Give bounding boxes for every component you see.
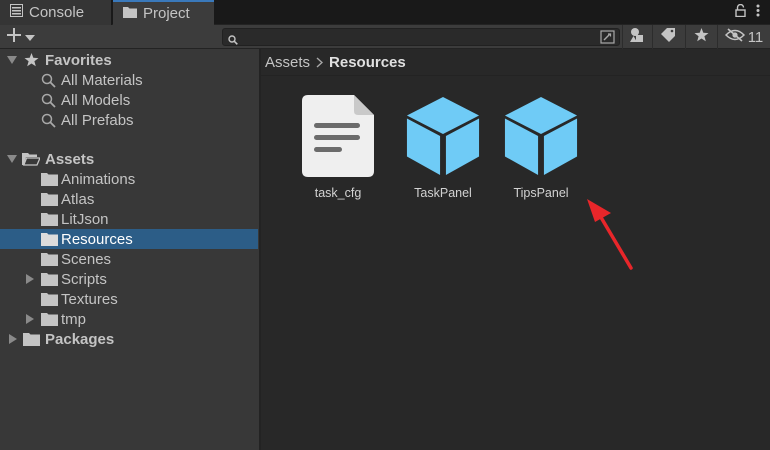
search-input[interactable]: [243, 29, 593, 45]
collapsed-arrow-icon[interactable]: [25, 274, 35, 284]
search-by-type-icon[interactable]: [600, 30, 616, 48]
tree-folder-atlas[interactable]: Atlas: [0, 189, 258, 209]
search-by-type-button[interactable]: [622, 25, 652, 49]
tree-favorites[interactable]: Favorites: [0, 50, 258, 70]
tree-folder-label: Textures: [61, 290, 118, 308]
tree-folder-label: tmp: [61, 310, 87, 328]
tree-folder-label: Scenes: [61, 250, 112, 268]
plus-icon: [6, 27, 22, 47]
star-icon: [694, 28, 709, 46]
tree-favorite-label: All Models: [61, 91, 131, 109]
folder-icon: [40, 291, 58, 307]
asset-browser: Assets Resources task_cfg TaskPanel Tips…: [261, 49, 770, 450]
chevron-right-icon: [316, 56, 324, 68]
collapsed-arrow-icon[interactable]: [8, 334, 18, 344]
breadcrumb: Assets Resources: [261, 49, 770, 76]
shapes-icon: [629, 27, 647, 47]
folder-icon: [40, 271, 58, 287]
hidden-count: 11: [747, 28, 764, 46]
create-asset-button[interactable]: [6, 26, 46, 47]
more-options-icon[interactable]: [756, 4, 760, 21]
favorites-filter-button[interactable]: [685, 25, 717, 49]
eye-slash-icon: [724, 28, 745, 46]
text-file-icon: [300, 94, 376, 178]
lock-icon[interactable]: [735, 3, 746, 21]
asset-label: TaskPanel: [414, 186, 472, 200]
tree-folder-scripts[interactable]: Scripts: [0, 269, 258, 289]
tree-folder-animations[interactable]: Animations: [0, 169, 258, 189]
tree-favorite-item[interactable]: All Prefabs: [0, 110, 258, 130]
asset-item-tipspanel[interactable]: TipsPanel: [489, 94, 589, 204]
tree-favorite-item[interactable]: All Models: [0, 90, 258, 110]
tree-favorite-label: All Materials: [61, 71, 143, 89]
expanded-arrow-icon[interactable]: [7, 55, 17, 65]
expanded-arrow-icon[interactable]: [7, 154, 17, 164]
tree-folder-tmp[interactable]: tmp: [0, 309, 258, 329]
tab-project-label: Project: [143, 5, 190, 22]
tree-folder-litjson[interactable]: LitJson: [0, 209, 258, 229]
tree-folder-label: Scripts: [61, 270, 107, 288]
asset-label: task_cfg: [314, 186, 362, 200]
search-icon: [228, 32, 238, 49]
folder-icon: [40, 171, 58, 187]
breadcrumb-assets[interactable]: Assets: [265, 54, 310, 71]
tree-folder-label: Atlas: [61, 190, 95, 208]
breadcrumb-resources[interactable]: Resources: [329, 54, 406, 71]
tree-folder-label: Animations: [61, 170, 136, 188]
tab-tools: [735, 2, 760, 22]
star-icon: [22, 52, 40, 68]
console-icon: [10, 4, 23, 21]
folder-icon: [40, 231, 58, 247]
collapsed-arrow-icon[interactable]: [25, 314, 35, 324]
folder-icon: [40, 311, 58, 327]
tree-assets[interactable]: Assets: [0, 149, 258, 169]
annotation-arrow-icon: [580, 196, 640, 276]
tree-packages[interactable]: Packages: [0, 329, 258, 349]
tree-folder-label: LitJson: [61, 210, 109, 228]
tree-favorites-label: Favorites: [45, 51, 112, 69]
asset-label: TipsPanel: [513, 186, 569, 200]
tab-console-label: Console: [29, 4, 85, 21]
search-icon: [39, 92, 57, 108]
tree-folder-resources[interactable]: Resources: [0, 229, 258, 249]
tree-assets-label: Assets: [45, 150, 95, 168]
folder-icon: [123, 5, 137, 22]
tree-folder-label: Resources: [61, 230, 133, 248]
prefab-cube-icon: [405, 94, 481, 178]
tree-folder-textures[interactable]: Textures: [0, 289, 258, 309]
search-icon: [39, 112, 57, 128]
folder-icon: [40, 211, 58, 227]
search-by-label-button[interactable]: [652, 25, 685, 49]
tree-favorite-label: All Prefabs: [61, 111, 134, 129]
chevron-down-icon: [25, 28, 35, 45]
folder-tree: Favorites All Materials All Models All P…: [0, 49, 259, 450]
folder-icon: [40, 251, 58, 267]
tree-packages-label: Packages: [45, 330, 115, 348]
folder-icon: [40, 191, 58, 207]
prefab-cube-icon: [503, 94, 579, 178]
asset-item-taskpanel[interactable]: TaskPanel: [391, 94, 491, 204]
hidden-packages-toggle[interactable]: 11: [717, 25, 770, 49]
tab-console[interactable]: Console: [0, 0, 112, 25]
search-field[interactable]: [222, 28, 620, 46]
search-icon: [39, 72, 57, 88]
project-toolbar: 11: [0, 25, 770, 49]
open-folder-icon: [22, 151, 40, 167]
asset-item-task-cfg[interactable]: task_cfg: [286, 94, 386, 204]
tab-project[interactable]: Project: [113, 0, 214, 25]
tree-folder-scenes[interactable]: Scenes: [0, 249, 258, 269]
folder-icon: [22, 331, 40, 347]
tree-favorite-item[interactable]: All Materials: [0, 70, 258, 90]
tag-icon: [661, 28, 677, 46]
tab-bar: Console Project: [0, 0, 770, 25]
